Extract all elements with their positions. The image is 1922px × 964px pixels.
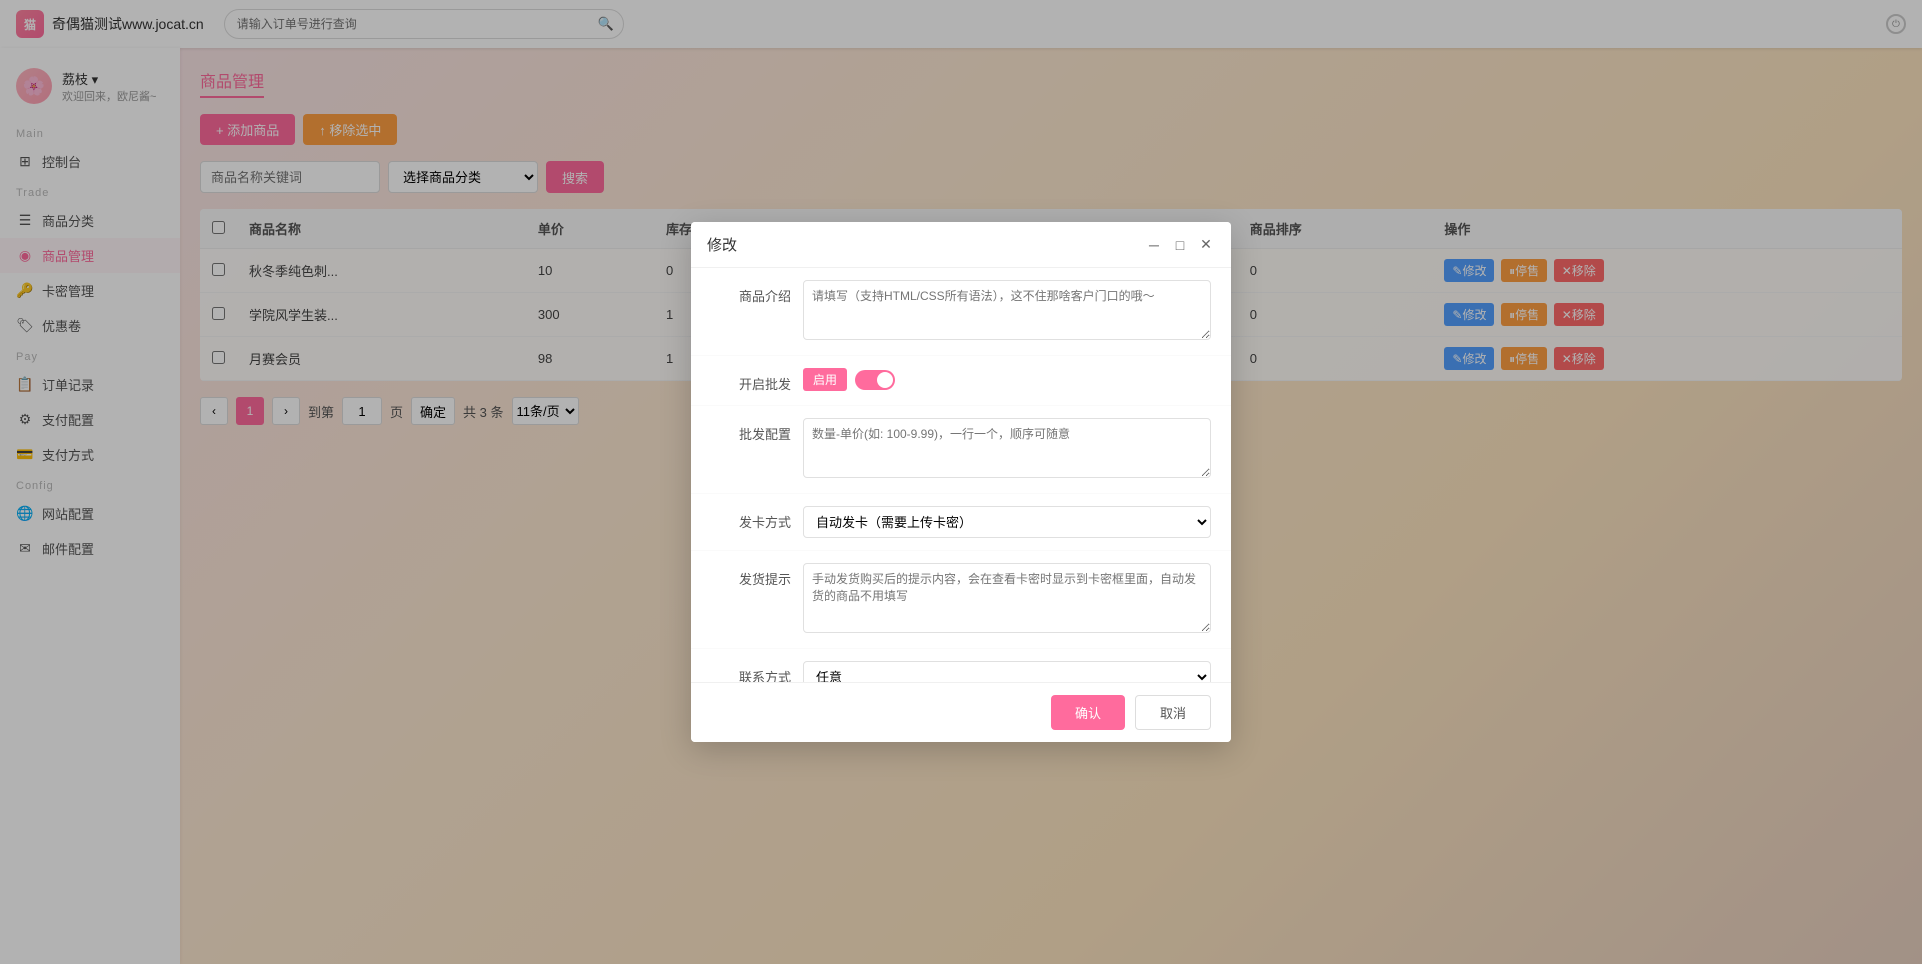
modal-title: 修改 bbox=[707, 234, 737, 255]
wholesale-config-wrapper bbox=[803, 418, 1211, 481]
wholesale-knob bbox=[877, 372, 893, 388]
form-row-delivery: 发卡方式 自动发卡（需要上传卡密） bbox=[691, 494, 1231, 551]
delivery-tip-label: 发货提示 bbox=[711, 563, 791, 588]
modal-controls: ─ □ ✕ bbox=[1145, 236, 1215, 254]
modal-footer: 确认 取消 bbox=[691, 682, 1231, 742]
delivery-select[interactable]: 自动发卡（需要上传卡密） bbox=[803, 506, 1211, 538]
wholesale-config-textarea[interactable] bbox=[803, 418, 1211, 478]
description-textarea[interactable] bbox=[803, 280, 1211, 340]
edit-modal: 修改 ─ □ ✕ 商品介绍 开启批发 启用 bbox=[691, 222, 1231, 742]
wholesale-toggle-text: 启用 bbox=[803, 368, 847, 391]
wholesale-toggle-row: 启用 bbox=[803, 368, 1211, 391]
modal-overlay: 修改 ─ □ ✕ 商品介绍 开启批发 启用 bbox=[0, 0, 1922, 964]
modal-maximize-button[interactable]: □ bbox=[1171, 236, 1189, 254]
contact-select[interactable]: 任意 bbox=[803, 661, 1211, 682]
contact-label: 联系方式 bbox=[711, 661, 791, 682]
form-row-description: 商品介绍 bbox=[691, 268, 1231, 356]
modal-body: 商品介绍 开启批发 启用 bbox=[691, 268, 1231, 682]
modal-close-button[interactable]: ✕ bbox=[1197, 236, 1215, 254]
wholesale-label: 开启批发 bbox=[711, 368, 791, 393]
wholesale-config-label: 批发配置 bbox=[711, 418, 791, 443]
wholesale-wrapper: 启用 bbox=[803, 368, 1211, 391]
modal-header: 修改 ─ □ ✕ bbox=[691, 222, 1231, 268]
form-row-wholesale: 开启批发 启用 bbox=[691, 356, 1231, 406]
description-label: 商品介绍 bbox=[711, 280, 791, 305]
delivery-tip-wrapper bbox=[803, 563, 1211, 636]
form-row-contact: 联系方式 任意 bbox=[691, 649, 1231, 682]
delivery-tip-textarea[interactable] bbox=[803, 563, 1211, 633]
delivery-label: 发卡方式 bbox=[711, 506, 791, 531]
modal-minimize-button[interactable]: ─ bbox=[1145, 236, 1163, 254]
form-row-delivery-tip: 发货提示 bbox=[691, 551, 1231, 649]
form-row-wholesale-config: 批发配置 bbox=[691, 406, 1231, 494]
description-wrapper bbox=[803, 280, 1211, 343]
delivery-wrapper: 自动发卡（需要上传卡密） bbox=[803, 506, 1211, 538]
contact-wrapper: 任意 bbox=[803, 661, 1211, 682]
wholesale-toggle[interactable] bbox=[855, 370, 895, 390]
modal-confirm-button[interactable]: 确认 bbox=[1051, 695, 1125, 730]
wholesale-slider bbox=[855, 370, 895, 390]
modal-cancel-button[interactable]: 取消 bbox=[1135, 695, 1211, 730]
